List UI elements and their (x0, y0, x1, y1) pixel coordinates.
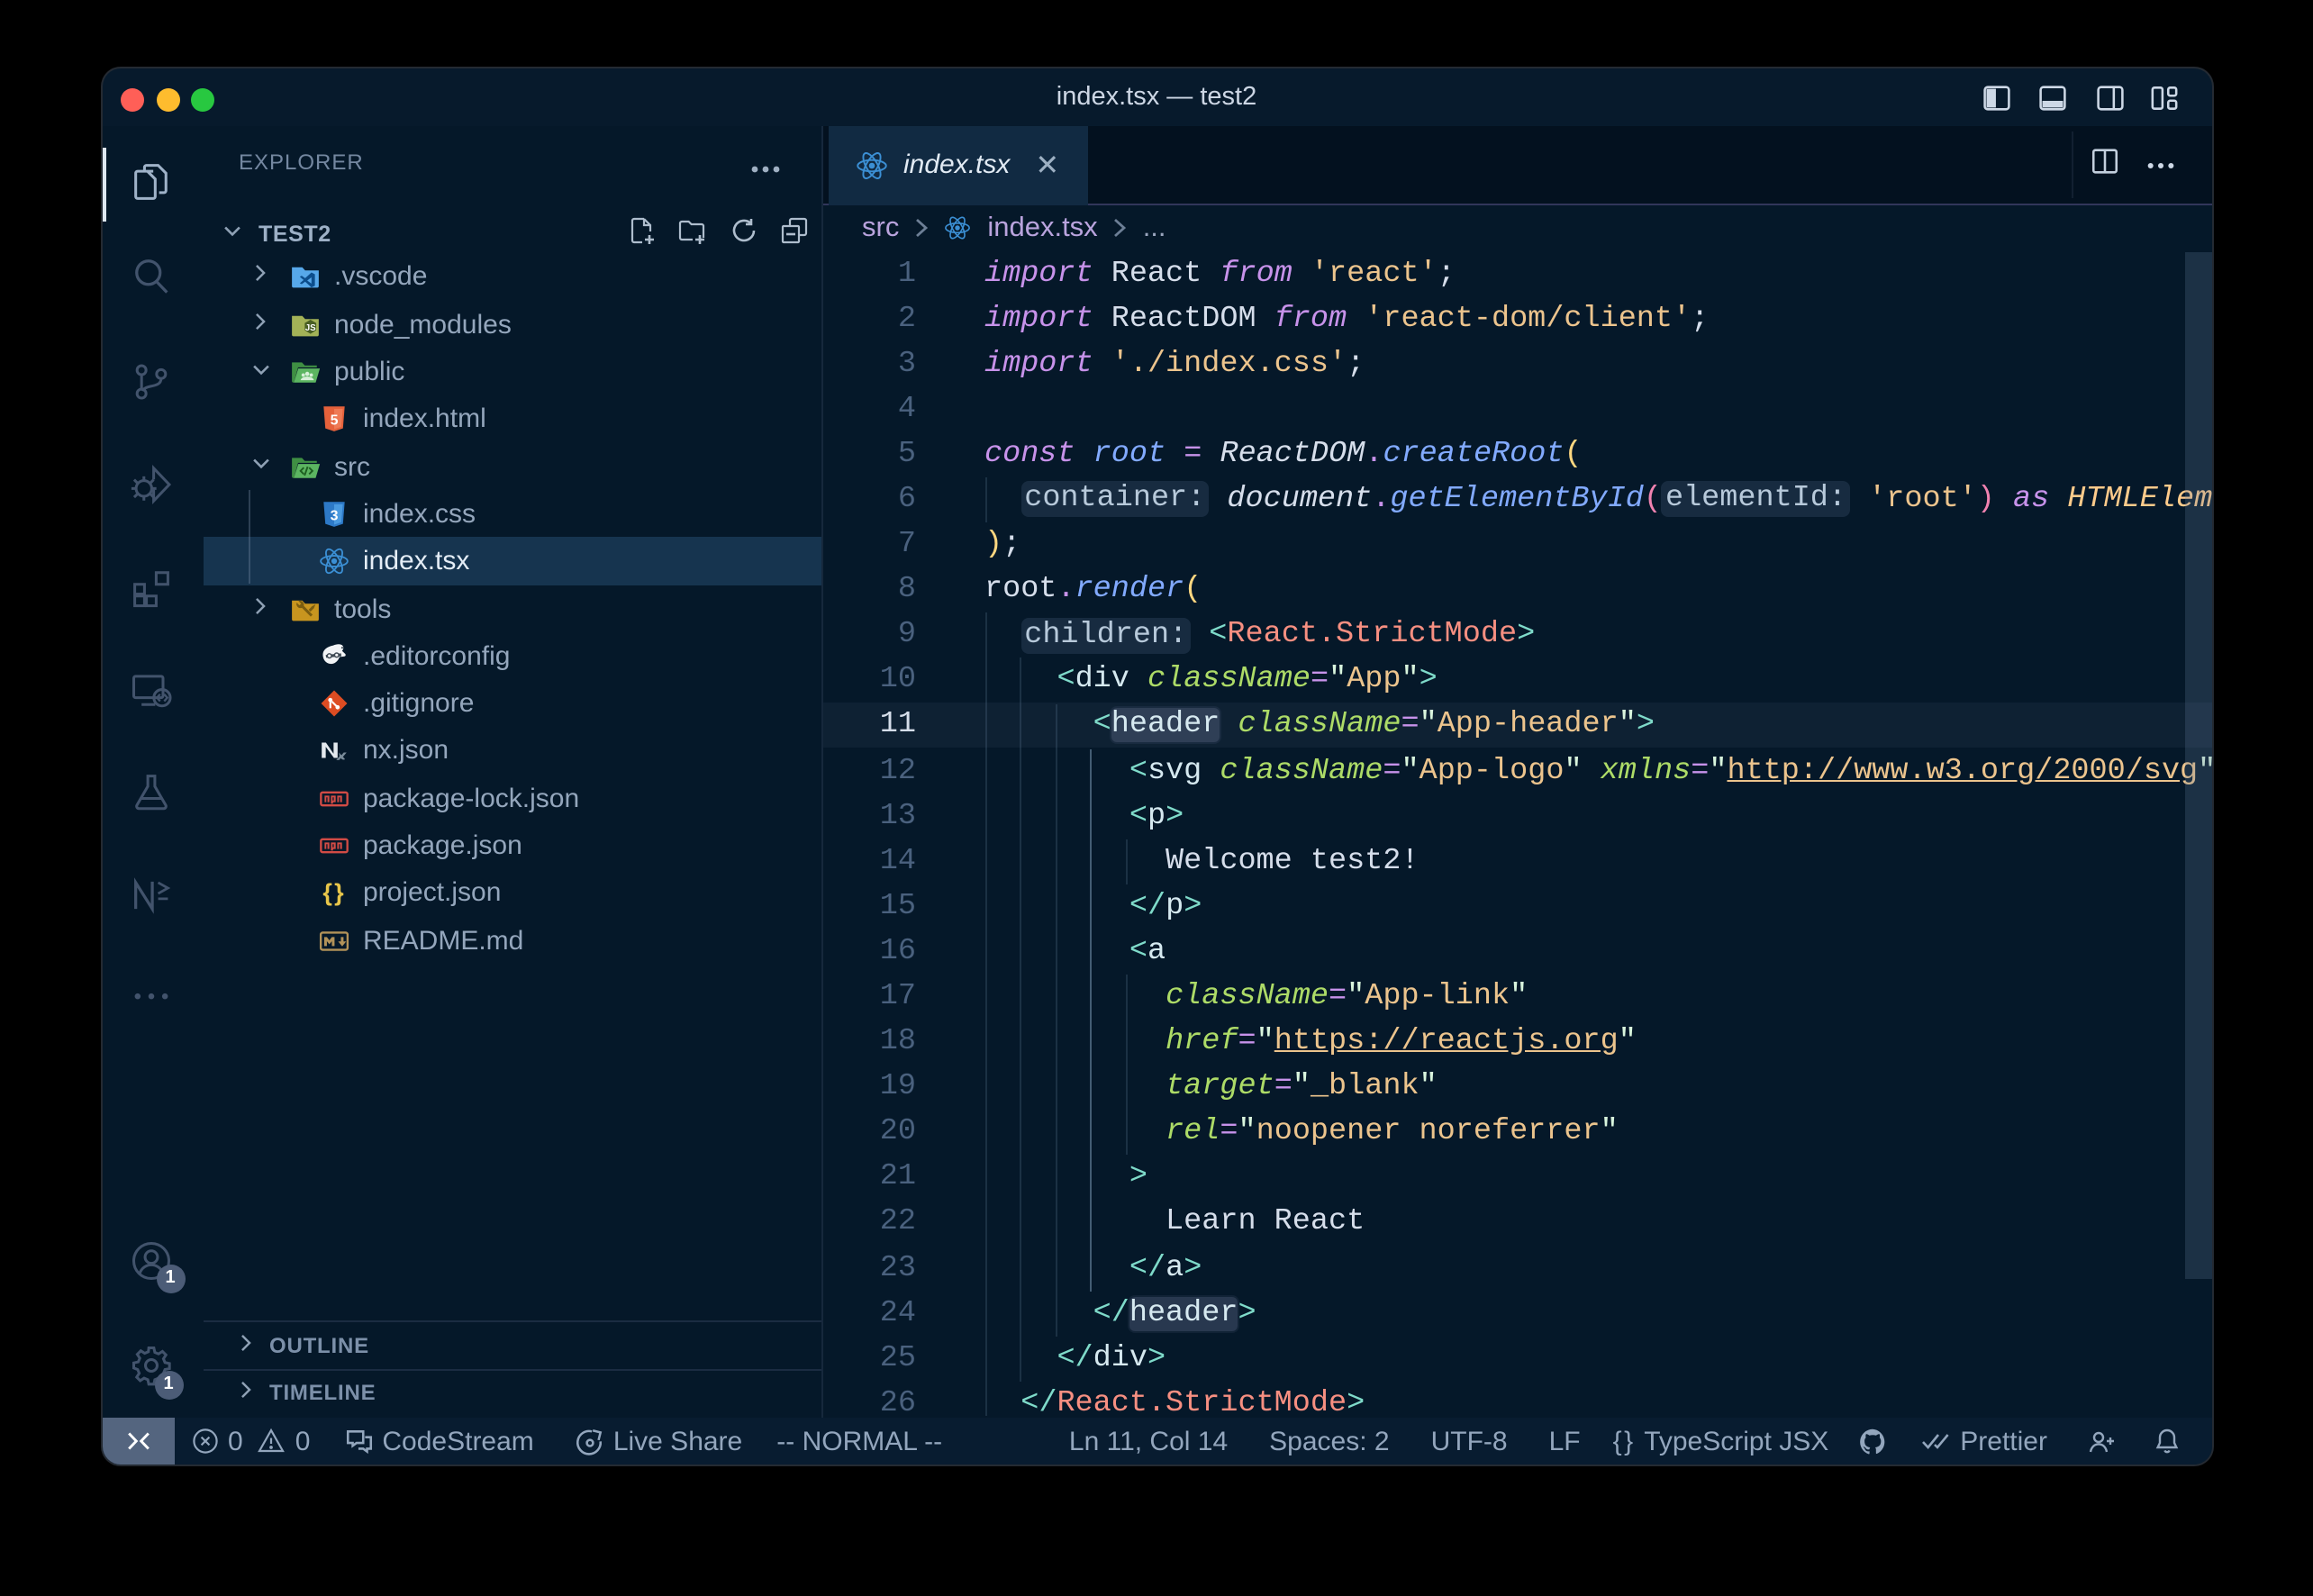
svg-text:JS: JS (304, 322, 315, 332)
svg-text:3: 3 (330, 507, 338, 522)
svg-text:5: 5 (330, 413, 338, 428)
